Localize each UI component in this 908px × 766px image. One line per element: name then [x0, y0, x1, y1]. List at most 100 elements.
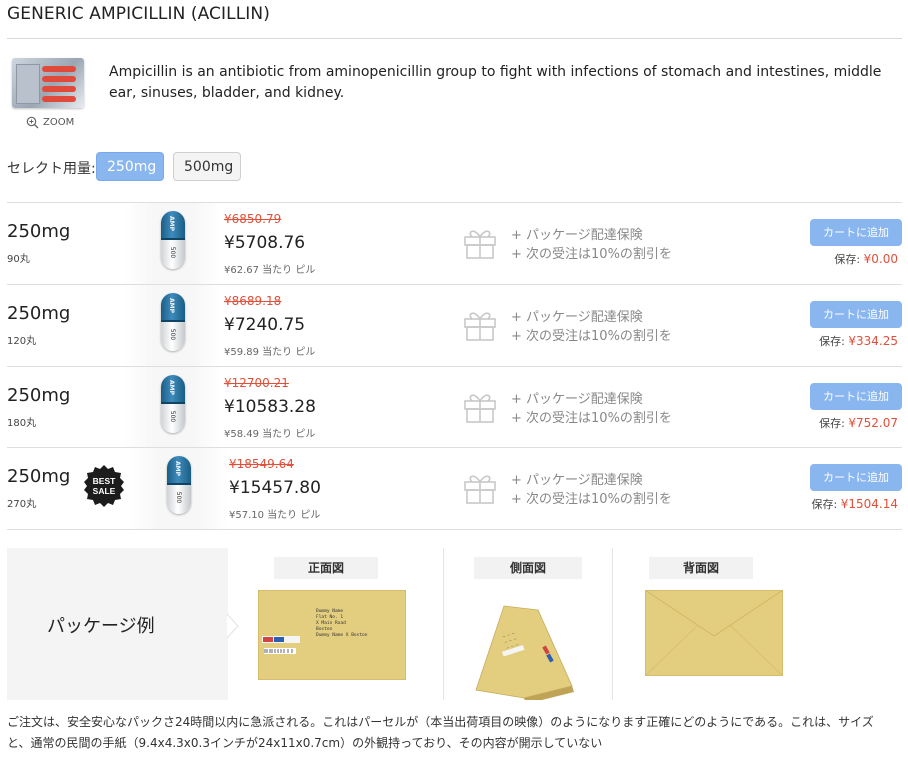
capsule-imprint-bottom: 500 [169, 410, 177, 423]
shipping-footnote: ご注文は、安全安心なパックさ24時間以内に急派される。これはパーセルが（本当出荷… [7, 715, 874, 750]
add-to-cart-button[interactable]: カートに追加 [810, 219, 902, 246]
badge-line2: SALE [93, 486, 116, 496]
package-side-view: 側面図 — — — — — — — — — [444, 548, 612, 700]
capsule-imprint-top: AMP [174, 460, 182, 477]
best-sale-badge: BEST SALE [84, 465, 124, 507]
capsule-imprint-bottom: 500 [169, 246, 177, 259]
old-price: ¥18549.64 [229, 457, 294, 471]
savings-label: 保存: [819, 417, 845, 430]
package-front-view: 正面図 Dummy Name Flat No. 1 X Main Road Bo… [240, 548, 443, 700]
capsule-icon: AMP 500 [161, 293, 185, 351]
perk-discount: + 次の受注は10%の割引を [511, 492, 672, 507]
offer-quantity: 120丸 [7, 336, 37, 347]
capsule-image: AMP 500 [124, 367, 222, 448]
savings-label: 保存: [834, 253, 861, 266]
capsule-imprint-top: AMP [168, 379, 176, 396]
savings: 保存: ¥752.07 [819, 415, 898, 431]
chevron-right-icon [227, 614, 239, 638]
capsule-icon: AMP 500 [167, 456, 191, 514]
gift-icon [464, 475, 496, 504]
price-per-pill: ¥58.49 当たり ピル [224, 429, 316, 440]
title-divider [7, 38, 902, 39]
envelope-front-image: Dummy Name Flat No. 1 X Main Road Boston… [258, 590, 406, 680]
offer-price: ¥15457.80 [229, 478, 321, 498]
savings-amount: ¥1504.14 [840, 497, 898, 511]
add-to-cart-button[interactable]: カートに追加 [810, 383, 902, 410]
dose-option-250mg[interactable]: 250mg [96, 152, 164, 181]
old-price: ¥8689.18 [224, 294, 282, 308]
perk-discount: + 次の受注は10%の割引を [511, 247, 672, 262]
gift-icon [464, 394, 496, 423]
package-example-label: パッケージ例 [47, 616, 155, 637]
offer-dose: 250mg [7, 303, 71, 324]
package-example-panel: パッケージ例 [7, 548, 228, 700]
savings-label: 保存: [811, 498, 838, 511]
offer-dose: 250mg [7, 221, 71, 242]
offers-divider [7, 529, 902, 530]
offer-price: ¥5708.76 [224, 233, 306, 253]
offer-price: ¥10583.28 [224, 397, 316, 417]
savings-label: 保存: [819, 335, 845, 348]
perk-insurance: + パッケージ配達保険 [511, 392, 643, 407]
capsule-imprint-top: AMP [168, 215, 176, 232]
package-back-view: 背面図 [613, 548, 783, 700]
envelope-address-line: X Main Road [316, 620, 346, 626]
offer-row: 250mg 270丸 BEST SALE AMP 500 ¥18549.64 ¥… [7, 447, 902, 530]
product-page: GENERIC AMPICILLIN (ACILLIN) ZOOM Ampici… [0, 0, 908, 766]
price-per-pill: ¥62.67 当たり ピル [224, 265, 316, 276]
perk-insurance: + パッケージ配達保険 [511, 473, 643, 488]
capsule-icon: AMP 500 [161, 375, 185, 433]
offer-row: 250mg 120丸 AMP 500 ¥8689.18 ¥7240.75 ¥59… [7, 284, 902, 367]
perk-insurance: + パッケージ配達保険 [511, 228, 643, 243]
back-view-caption: 背面図 [649, 557, 753, 579]
savings: 保存: ¥0.00 [834, 251, 898, 267]
offer-price: ¥7240.75 [224, 315, 306, 335]
capsule-imprint-bottom: 500 [175, 491, 183, 504]
envelope-address-line: Flat No. 1 [316, 614, 343, 620]
envelope-side-image: — — —— — —— — — [475, 605, 574, 700]
zoom-link[interactable]: ZOOM [26, 116, 74, 129]
pill-row [42, 96, 76, 102]
front-view-caption: 正面図 [274, 557, 378, 579]
gift-icon [464, 312, 496, 341]
price-per-pill: ¥57.10 当たり ピル [229, 510, 321, 521]
price-per-pill: ¥59.89 当たり ピル [224, 347, 316, 358]
offer-quantity: 90丸 [7, 254, 30, 265]
capsule-image: AMP 500 [124, 285, 222, 366]
capsule-imprint-top: AMP [168, 297, 176, 314]
pill-row [42, 76, 76, 82]
capsule-image: AMP 500 [130, 448, 228, 529]
envelope-address-line: Dummy Name X Boston [316, 632, 368, 638]
dose-selector-label: セレクト用量: [7, 161, 96, 177]
side-view-caption: 側面図 [474, 557, 582, 579]
offer-row: 250mg 90丸 AMP 500 ¥6850.79 ¥5708.76 ¥62.… [7, 202, 902, 285]
savings: 保存: ¥334.25 [819, 333, 898, 349]
perk-discount: + 次の受注は10%の割引を [511, 329, 672, 344]
offer-quantity: 270丸 [7, 499, 37, 510]
product-thumbnail[interactable] [12, 58, 84, 108]
dose-option-500mg[interactable]: 500mg [173, 152, 241, 181]
add-to-cart-button[interactable]: カートに追加 [810, 464, 902, 491]
offer-row: 250mg 180丸 AMP 500 ¥12700.21 ¥10583.28 ¥… [7, 366, 902, 449]
pill-row [42, 86, 76, 92]
blister-strip [16, 64, 40, 104]
zoom-label: ZOOM [43, 117, 75, 128]
envelope-address-line: Dummy Name [316, 608, 343, 614]
savings-amount: ¥334.25 [848, 334, 898, 348]
product-description: Ampicillin is an antibiotic from aminope… [109, 64, 882, 101]
perk-insurance: + パッケージ配達保険 [511, 310, 643, 325]
capsule-imprint-bottom: 500 [169, 328, 177, 341]
old-price: ¥12700.21 [224, 376, 289, 390]
capsule-image: AMP 500 [124, 203, 222, 284]
offer-dose: 250mg [7, 466, 71, 487]
offer-quantity: 180丸 [7, 418, 37, 429]
offer-dose: 250mg [7, 385, 71, 406]
perk-discount: + 次の受注は10%の割引を [511, 411, 672, 426]
badge-line1: BEST [93, 476, 116, 486]
old-price: ¥6850.79 [224, 212, 282, 226]
add-to-cart-button[interactable]: カートに追加 [810, 301, 902, 328]
savings: 保存: ¥1504.14 [812, 496, 898, 512]
zoom-in-icon [26, 116, 39, 129]
savings-amount: ¥0.00 [863, 252, 898, 266]
savings-amount: ¥752.07 [848, 416, 898, 430]
